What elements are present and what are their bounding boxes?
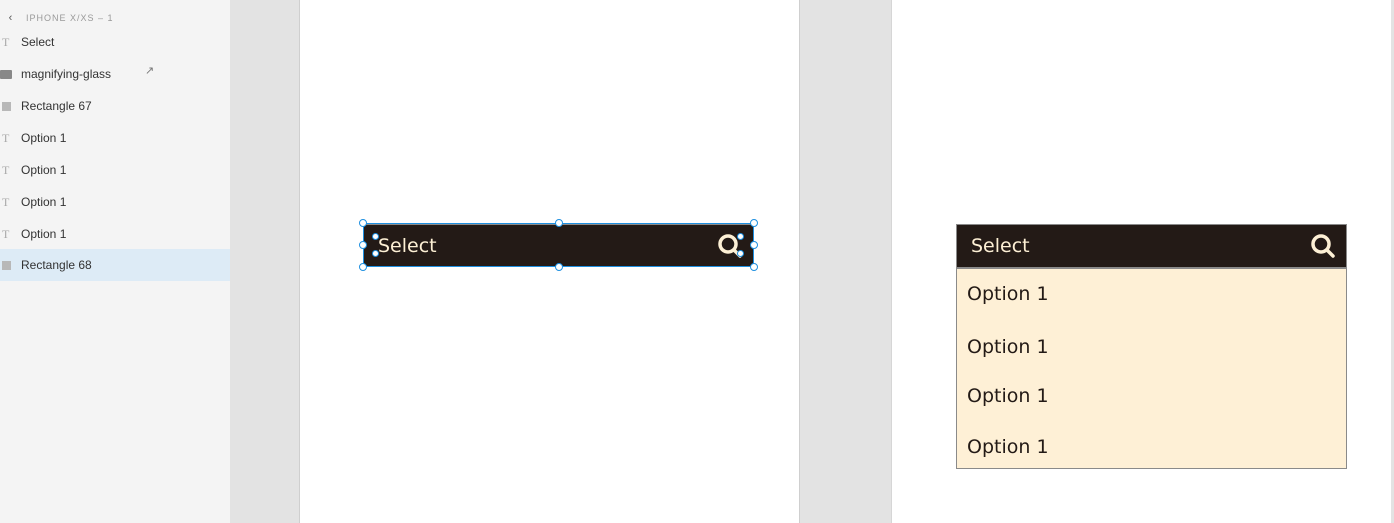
layer-label: Rectangle 68 [21, 258, 92, 272]
layer-label: Option 1 [21, 227, 67, 241]
resize-handle[interactable] [359, 219, 367, 227]
layer-item-option[interactable]: T Option 1 [0, 154, 230, 186]
external-link-icon[interactable]: ↗ [145, 64, 154, 77]
dropdown-option[interactable]: Option 1 [967, 283, 1049, 305]
resize-handle[interactable] [750, 241, 758, 249]
dropdown-option[interactable]: Option 1 [967, 436, 1049, 458]
dropdown-option[interactable]: Option 1 [967, 385, 1049, 407]
layer-label: Option 1 [21, 131, 67, 145]
back-chevron-icon[interactable]: ‹ [0, 12, 22, 24]
radius-handle[interactable] [372, 233, 379, 240]
folder-icon [0, 69, 21, 79]
resize-handle[interactable] [555, 263, 563, 271]
selection-outline [363, 223, 754, 267]
text-layer-icon: T [2, 130, 10, 145]
resize-handle[interactable] [555, 219, 563, 227]
dropdown-option[interactable]: Option 1 [967, 336, 1049, 358]
layer-item-rectangle-67[interactable]: Rectangle 67 [0, 90, 230, 122]
rectangle-icon [0, 260, 21, 270]
rectangle-icon [0, 101, 21, 111]
layer-label: Option 1 [21, 195, 67, 209]
resize-handle[interactable] [750, 263, 758, 271]
layer-item-rectangle-68[interactable]: Rectangle 68 [0, 249, 230, 281]
layer-label: magnifying-glass [21, 67, 112, 81]
layers-header: ‹ IPHONE X/XS – 1 [0, 10, 114, 26]
dropdown-list: Option 1 Option 1 Option 1 Option 1 [956, 267, 1347, 469]
select-label: Select [971, 235, 1030, 257]
text-layer-icon: T [2, 226, 10, 241]
resize-handle[interactable] [359, 263, 367, 271]
layer-item-option[interactable]: T Option 1 [0, 186, 230, 218]
layer-item-select[interactable]: T Select [0, 26, 230, 58]
layer-item-option[interactable]: T Option 1 [0, 122, 230, 154]
layer-item-magnifying-glass[interactable]: magnifying-glass ↗ [0, 58, 230, 90]
magnifying-glass-icon [1311, 234, 1335, 258]
layer-item-option[interactable]: T Option 1 [0, 218, 230, 250]
layer-label: Select [21, 35, 55, 49]
text-layer-icon: T [2, 194, 10, 209]
select-field-open[interactable]: Select [956, 224, 1347, 268]
radius-handle[interactable] [372, 250, 379, 257]
layers-panel: ‹ IPHONE X/XS – 1 T Select magnifying-gla… [0, 0, 230, 523]
resize-handle[interactable] [359, 241, 367, 249]
radius-handle[interactable] [737, 250, 744, 257]
artboard-title: IPHONE X/XS – 1 [26, 13, 114, 23]
text-layer-icon: T [2, 34, 10, 49]
resize-handle[interactable] [750, 219, 758, 227]
text-layer-icon: T [2, 162, 10, 177]
radius-handle[interactable] [737, 233, 744, 240]
layer-label: Rectangle 67 [21, 99, 92, 113]
layer-label: Option 1 [21, 163, 67, 177]
